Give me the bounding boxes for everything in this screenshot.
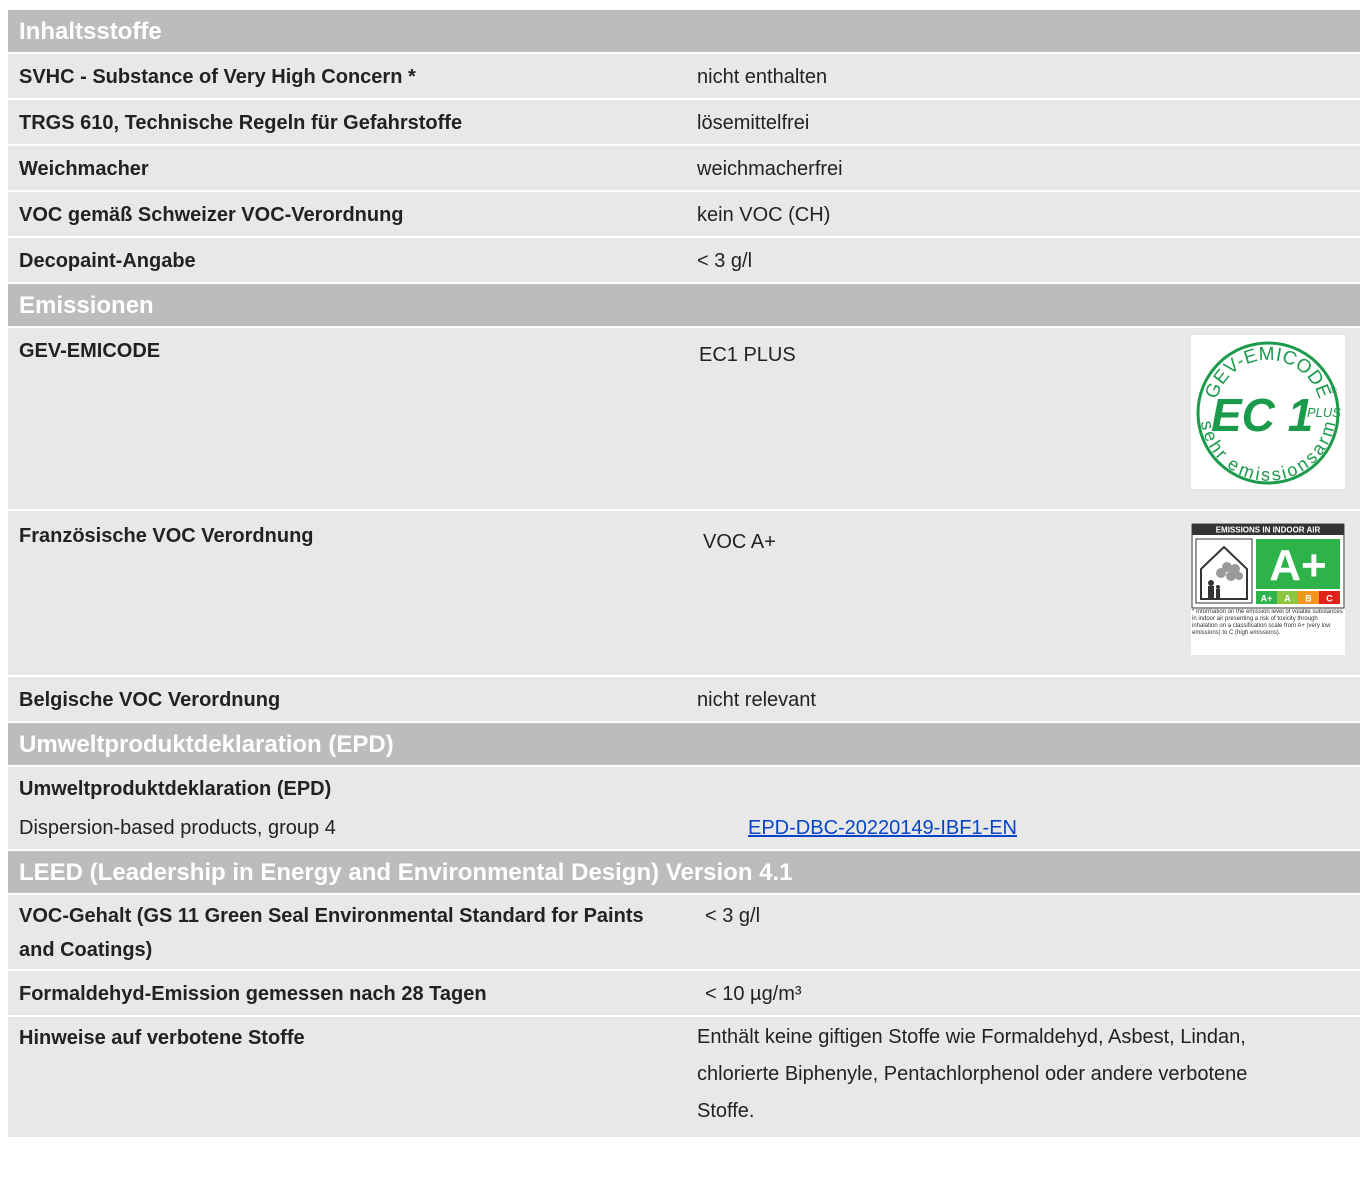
row-label: Umweltproduktdeklaration (EPD): [19, 778, 332, 800]
row-label: VOC-Gehalt (GS 11 Green Seal Environment…: [19, 905, 644, 961]
indoor-air-emissions-label: EMISSIONS IN INDOOR AIR A+ A+ A B C * In…: [1191, 523, 1345, 655]
epd-document-link[interactable]: EPD-DBC-20220149-IBF1-EN: [748, 813, 1017, 843]
row-label: Decopaint-Angabe: [19, 250, 196, 272]
table-row: TRGS 610, Technische Regeln für Gefahrst…: [8, 100, 1360, 146]
emicode-seal-icon: GEV-EMICODE sehr emissionsarm EC 1 PLUS …: [1196, 341, 1341, 485]
section-header-leed: LEED (Leadership in Energy and Environme…: [8, 851, 1360, 895]
row-value: lösemittelfrei: [697, 112, 810, 134]
svg-text:EMISSIONS IN INDOOR AIR: EMISSIONS IN INDOOR AIR: [1216, 526, 1321, 535]
table-row: Hinweise auf verbotene Stoffe Enthält ke…: [8, 1017, 1360, 1137]
row-value: < 3 g/l: [697, 250, 753, 272]
row-value: < 3 g/l: [705, 905, 761, 927]
svg-text:EC 1: EC 1: [1211, 389, 1313, 441]
table-row: SVHC - Substance of Very High Concern * …: [8, 54, 1360, 100]
table-row: Formaldehyd-Emission gemessen nach 28 Ta…: [8, 971, 1360, 1017]
row-label: Belgische VOC Verordnung: [19, 689, 281, 711]
svg-text:A+: A+: [1269, 541, 1326, 590]
section-header-epd: Umweltproduktdeklaration (EPD): [8, 723, 1360, 767]
svg-text:B: B: [1305, 594, 1312, 604]
row-label: SVHC - Substance of Very High Concern *: [19, 66, 416, 88]
row-value: < 10 µg/m³: [705, 983, 802, 1005]
row-label: GEV-EMICODE: [19, 340, 161, 362]
epd-product-group: Dispersion-based products, group 4: [19, 817, 336, 839]
row-label: TRGS 610, Technische Regeln für Gefahrst…: [19, 112, 463, 134]
product-properties-table: Inhaltsstoffe SVHC - Substance of Very H…: [8, 10, 1360, 1137]
row-label: Französische VOC Verordnung: [19, 525, 314, 547]
row-value: Enthält keine giftigen Stoffe wie Formal…: [697, 1026, 1248, 1122]
section-header-emissionen: Emissionen: [8, 284, 1360, 328]
svg-text:®: ®: [1330, 385, 1337, 395]
table-row: VOC-Gehalt (GS 11 Green Seal Environment…: [8, 895, 1360, 971]
table-row: Französische VOC Verordnung VOC A+ EMISS…: [8, 511, 1360, 677]
svg-text:C: C: [1326, 594, 1333, 604]
svg-text:A: A: [1284, 594, 1291, 604]
section-header-inhaltsstoffe: Inhaltsstoffe: [8, 10, 1360, 54]
row-value: kein VOC (CH): [697, 204, 831, 226]
row-value: weichmacherfrei: [697, 158, 843, 180]
svg-text:PLUS: PLUS: [1307, 405, 1341, 420]
row-value: nicht relevant: [697, 689, 816, 711]
epd-block: Umweltproduktdeklaration (EPD) Dispersio…: [8, 767, 1360, 851]
row-value: nicht enthalten: [697, 66, 828, 88]
indoor-air-label-icon: EMISSIONS IN INDOOR AIR A+ A+ A B C * In…: [1191, 523, 1345, 636]
row-value: EC1 PLUS: [699, 344, 796, 366]
row-label: Hinweise auf verbotene Stoffe: [19, 1027, 305, 1049]
table-row: Belgische VOC Verordnung nicht relevant: [8, 677, 1360, 723]
table-row: Decopaint-Angabe < 3 g/l: [8, 238, 1360, 284]
table-row: Weichmacher weichmacherfrei: [8, 146, 1360, 192]
row-label: VOC gemäß Schweizer VOC-Verordnung: [19, 204, 404, 226]
emicode-ec1-plus-badge: GEV-EMICODE sehr emissionsarm EC 1 PLUS …: [1191, 335, 1345, 489]
row-value: VOC A+: [703, 531, 776, 553]
svg-text:A+: A+: [1261, 594, 1273, 604]
table-row: GEV-EMICODE EC1 PLUS GEV-EMICODE sehr em…: [8, 328, 1360, 511]
indoor-air-footnote: * Information on the emission level of v…: [1192, 609, 1343, 636]
row-label: Formaldehyd-Emission gemessen nach 28 Ta…: [19, 983, 487, 1005]
table-row: VOC gemäß Schweizer VOC-Verordnung kein …: [8, 192, 1360, 238]
row-label: Weichmacher: [19, 158, 149, 180]
